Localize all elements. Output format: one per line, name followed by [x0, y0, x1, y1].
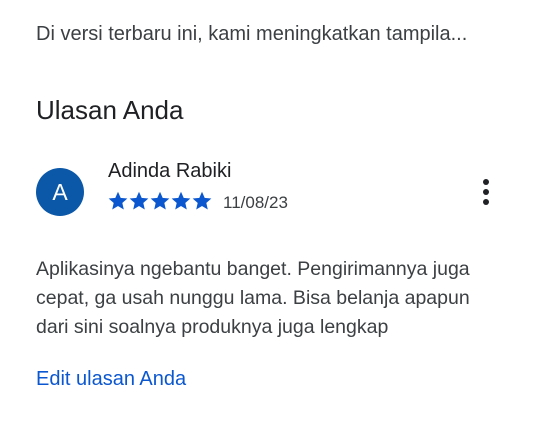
- edit-review-link[interactable]: Edit ulasan Anda: [36, 366, 186, 392]
- avatar: A: [36, 168, 84, 216]
- star-filled-icon: [150, 191, 170, 210]
- star-filled-icon: [192, 191, 212, 210]
- section-title: Ulasan Anda: [36, 95, 184, 125]
- star-filled-icon: [129, 191, 149, 210]
- avatar-initial: A: [52, 178, 68, 205]
- review-text: Aplikasinya ngebantu banget. Pengirimann…: [36, 258, 470, 338]
- reviewer-name: Adinda Rabiki: [108, 160, 232, 182]
- star-filled-icon: [171, 191, 191, 210]
- whats-new-text[interactable]: Di versi terbaru ini, kami meningkatkan …: [36, 21, 506, 47]
- more-vert-icon: [483, 179, 489, 205]
- review-date: 11/08/23: [223, 192, 288, 212]
- my-review-section: Di versi terbaru ini, kami meningkatkan …: [0, 0, 540, 434]
- star-rating: [108, 191, 212, 211]
- rating-row: 11/08/23: [108, 189, 288, 213]
- more-options-button[interactable]: [466, 172, 506, 212]
- star-filled-icon: [108, 191, 128, 210]
